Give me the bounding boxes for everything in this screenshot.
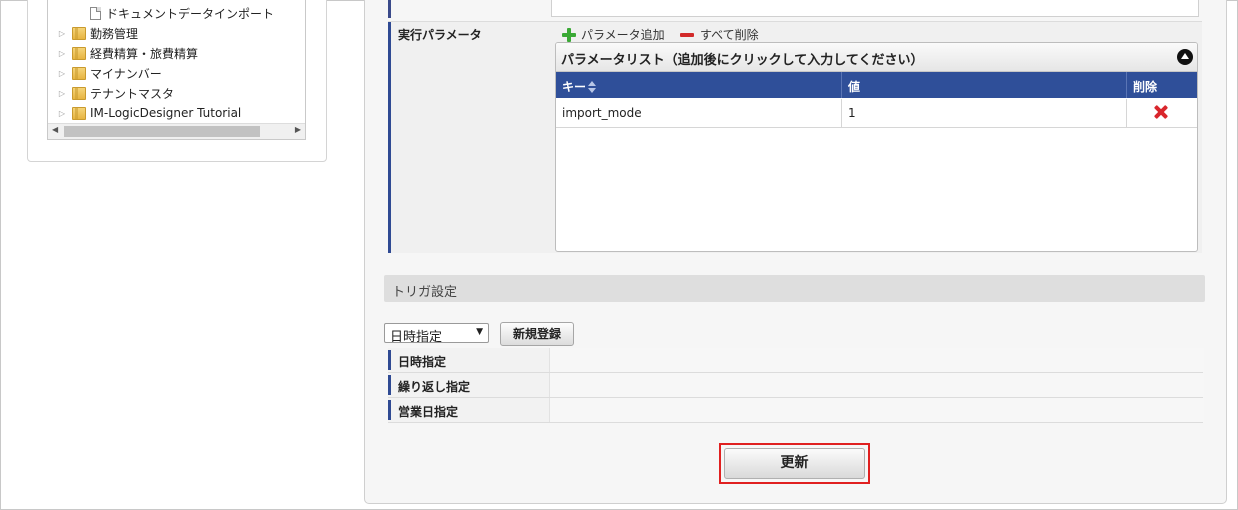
- expand-arrow-icon[interactable]: ▷: [56, 89, 68, 98]
- tree-item-label: 勤務管理: [90, 26, 139, 41]
- folder-icon: [72, 46, 86, 60]
- tree-item-attendance[interactable]: ▷ 勤務管理: [56, 23, 138, 43]
- trigger-row-value: [549, 348, 1204, 372]
- row-accent-bar: [388, 0, 391, 18]
- expand-arrow-icon[interactable]: ▷: [56, 29, 68, 38]
- add-parameter-label: パラメータ追加: [581, 28, 665, 42]
- column-divider: [1126, 72, 1127, 98]
- row-accent-bar: [388, 350, 391, 370]
- trigger-section-title: トリガ設定: [392, 285, 458, 300]
- column-header-value: 値: [848, 80, 861, 94]
- trigger-row-value: [549, 398, 1204, 422]
- parameter-list: パラメータリスト（追加後にクリックして入力してください） キー 値 削除 imp…: [555, 42, 1198, 252]
- params-label: 実行パラメータ: [398, 28, 482, 42]
- row-accent-bar: [388, 22, 391, 253]
- collapse-icon[interactable]: [1177, 49, 1193, 65]
- expand-arrow-icon[interactable]: ▷: [56, 109, 68, 118]
- trigger-type-select[interactable]: 日時指定 ▼: [384, 323, 489, 345]
- tree-item-tenant-master[interactable]: ▷ テナントマスタ: [56, 83, 174, 103]
- delete-all-button[interactable]: すべて削除: [680, 26, 759, 43]
- tree-item-mynumber[interactable]: ▷ マイナンバー: [56, 63, 162, 83]
- tree-item-label: IM-LogicDesigner Tutorial: [90, 106, 242, 120]
- trigger-section-header: トリガ設定: [384, 275, 1205, 302]
- parameter-list-header: パラメータリスト（追加後にクリックして入力してください）: [556, 43, 1197, 72]
- trigger-row-label: 日時指定: [398, 355, 447, 369]
- column-divider: [1126, 99, 1127, 127]
- document-icon: [90, 6, 101, 20]
- column-divider: [841, 72, 842, 98]
- param-value-cell[interactable]: 1: [848, 106, 856, 120]
- tree-item-logicdesigner-tutorial[interactable]: ▷ IM-LogicDesigner Tutorial: [56, 103, 241, 123]
- delete-row-icon[interactable]: [1154, 105, 1168, 119]
- folder-icon: [72, 86, 86, 100]
- delete-all-label: すべて削除: [700, 28, 759, 42]
- grid-header: キー 値 削除: [556, 72, 1197, 98]
- expand-arrow-icon[interactable]: ▷: [56, 69, 68, 78]
- parameter-list-title: パラメータリスト（追加後にクリックして入力してください）: [561, 53, 924, 68]
- tree-view: ドキュメントデータインポート ▷ 勤務管理 ▷ 経費精算・旅費精算 ▷ マイナン…: [47, 0, 306, 140]
- tree-item-label: テナントマスタ: [90, 86, 175, 101]
- folder-icon: [72, 66, 86, 80]
- trigger-row-datetime: 日時指定: [388, 348, 1204, 373]
- column-header-key[interactable]: キー: [562, 78, 597, 95]
- trigger-row-business-day: 営業日指定: [388, 398, 1204, 423]
- tree-item-expense[interactable]: ▷ 経費精算・旅費精算: [56, 43, 198, 63]
- add-parameter-button[interactable]: パラメータ追加: [562, 26, 665, 43]
- expand-arrow-icon[interactable]: ▷: [56, 49, 68, 58]
- row-accent-bar: [388, 400, 391, 420]
- tree-item-document-import[interactable]: ドキュメントデータインポート: [90, 3, 274, 23]
- plus-icon: [562, 27, 576, 42]
- previous-field[interactable]: [551, 0, 1199, 17]
- trigger-row-value: [549, 373, 1204, 397]
- trigger-row-label: 繰り返し指定: [398, 380, 471, 394]
- column-header-delete: 削除: [1133, 80, 1158, 94]
- scroll-right-icon[interactable]: ▶: [295, 125, 301, 134]
- sort-icon[interactable]: [588, 81, 597, 93]
- trigger-row-label: 営業日指定: [398, 405, 459, 419]
- row-accent-bar: [388, 375, 391, 395]
- tree-item-label: ドキュメントデータインポート: [106, 6, 275, 21]
- param-key-cell[interactable]: import_mode: [562, 106, 642, 120]
- update-button-highlight: 更新: [719, 443, 870, 484]
- tree-item-label: 経費精算・旅費精算: [90, 46, 199, 61]
- new-register-button[interactable]: 新規登録: [500, 322, 574, 346]
- table-row[interactable]: import_mode 1: [556, 99, 1197, 128]
- minus-icon: [680, 32, 694, 37]
- folder-icon: [72, 26, 86, 40]
- column-divider: [841, 99, 842, 127]
- horizontal-scrollbar[interactable]: ◀ ▶: [48, 123, 305, 139]
- trigger-type-value: 日時指定: [390, 330, 443, 345]
- trigger-row-repeat: 繰り返し指定: [388, 373, 1204, 398]
- folder-icon: [72, 106, 86, 120]
- tree-item-label: マイナンバー: [90, 66, 162, 81]
- update-button[interactable]: 更新: [724, 448, 865, 479]
- dropdown-caret-icon: ▼: [476, 327, 483, 337]
- scroll-left-icon[interactable]: ◀: [52, 125, 58, 134]
- scrollbar-thumb[interactable]: [64, 126, 260, 137]
